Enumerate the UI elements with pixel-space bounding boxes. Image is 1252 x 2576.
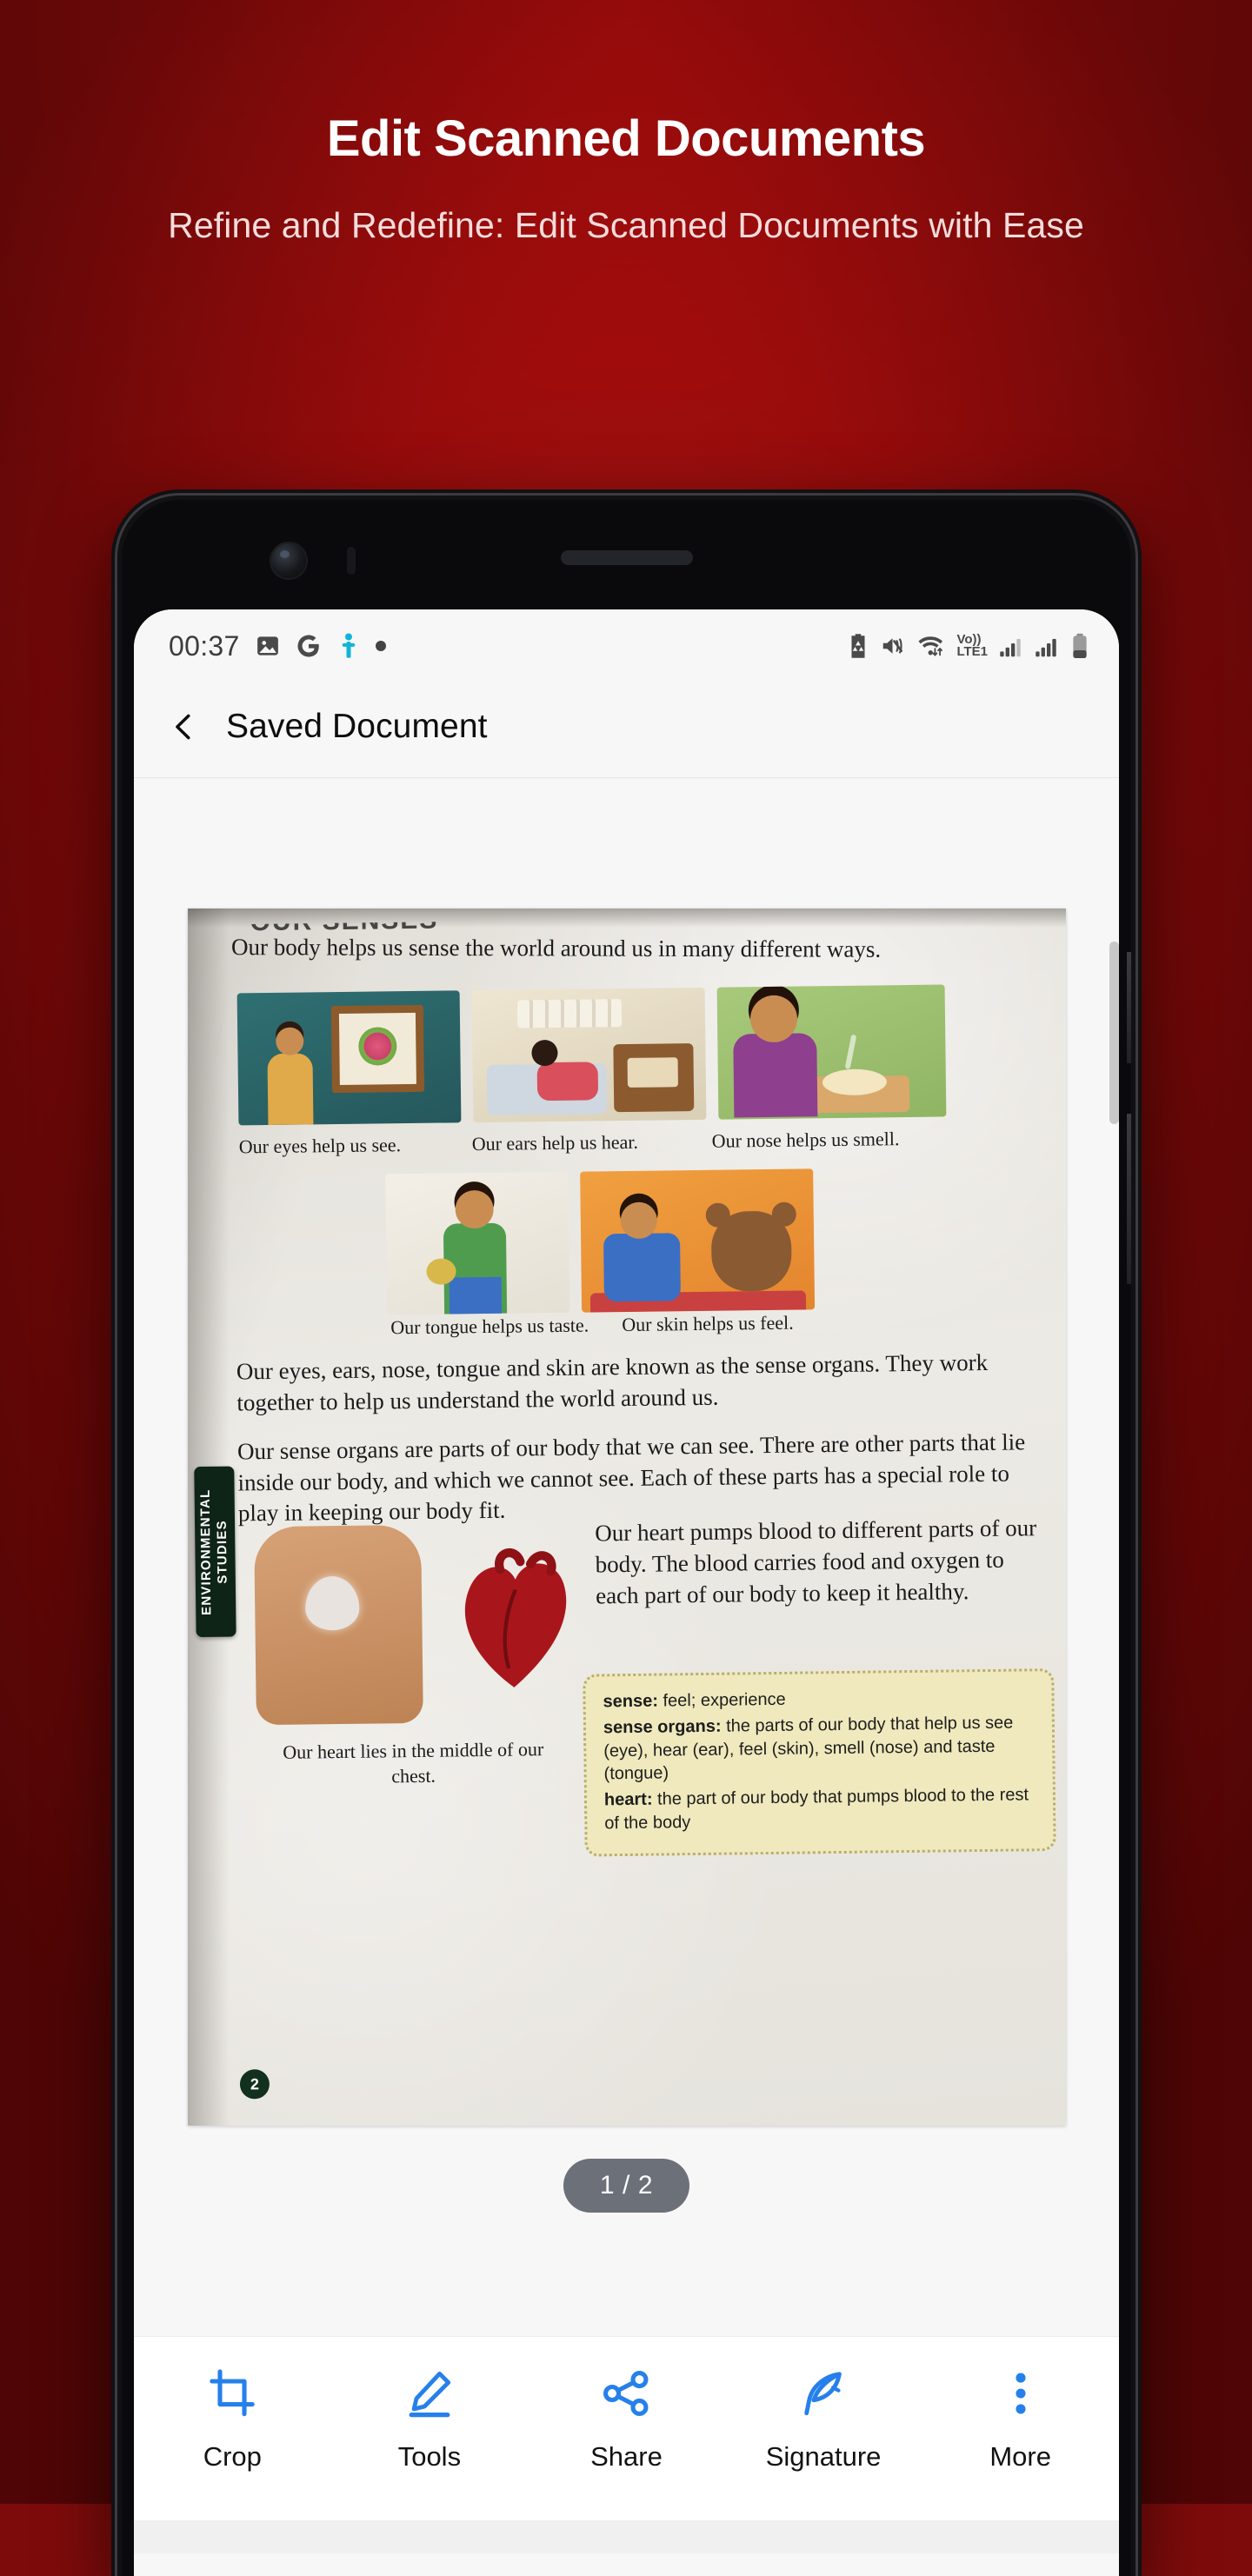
home-indicator-strip [134, 2520, 1119, 2553]
phone-mockup: 00:37 Vo)) LTE1 Saved Document OUR SENSE… [111, 489, 1142, 2576]
promo-headline: Edit Scanned Documents [326, 110, 926, 167]
steam-art [844, 1034, 856, 1070]
toolbar-label-more: More [989, 2441, 1051, 2472]
glossary-definition: the part of our body that pumps blood to… [603, 1785, 1029, 1834]
status-bar-clock: 00:37 [169, 629, 240, 662]
document-page-number: 2 [239, 2069, 270, 2100]
pencil-icon [409, 2371, 451, 2418]
page-title: Saved Document [226, 707, 488, 745]
document-viewer[interactable]: OUR SENSES Our body helps us sense the w… [134, 778, 1119, 2336]
power-button[interactable] [1127, 1114, 1131, 1284]
scanned-document-content: OUR SENSES Our body helps us sense the w… [188, 909, 1066, 2126]
toolbar-item-more[interactable]: More [934, 2368, 1108, 2473]
document-paragraph-1: Our eyes, ears, nose, tongue and skin ar… [236, 1348, 988, 1416]
toolbar-item-signature[interactable]: Signature [736, 2368, 910, 2473]
person-icon [336, 633, 361, 659]
boy-looking-art [266, 1053, 313, 1126]
toolbar-label-share: Share [590, 2441, 663, 2472]
bottom-toolbar: Crop Tools Share Signature More [134, 2336, 1119, 2520]
toolbar-label-tools: Tools [397, 2441, 462, 2472]
heart-diagram-art [464, 1548, 566, 1687]
phone-top-bezel [122, 500, 1131, 609]
illustration-tongue [384, 1171, 569, 1315]
volte-icon-bottom: LTE1 [956, 644, 988, 659]
back-button[interactable] [169, 711, 200, 742]
phone-screen: 00:37 Vo)) LTE1 Saved Document OUR SENSE… [134, 609, 1119, 2576]
glossary-term: heart: [603, 1789, 653, 1810]
human-torso-art [253, 1524, 423, 1726]
earpiece-speaker [560, 550, 693, 565]
lemon-art [425, 1258, 456, 1285]
flower-art [357, 1026, 397, 1066]
subject-side-tab: ENVIRONMENTAL STUDIES [193, 1466, 236, 1638]
illustration-skin [579, 1168, 815, 1313]
glossary-entry: heart: the part of our body that pumps b… [603, 1783, 1036, 1835]
caption-skin: Our skin helps us feel. [621, 1311, 794, 1336]
toolbar-item-crop[interactable]: Crop [145, 2368, 319, 2473]
toolbar-label-signature: Signature [765, 2441, 882, 2472]
illustration-row-1 [236, 983, 1052, 1126]
scanned-page-preview[interactable]: OUR SENSES Our body helps us sense the w… [187, 909, 1066, 2126]
app-bar: Saved Document [134, 676, 1119, 778]
image-icon [255, 633, 281, 659]
glossary-term: sense: [602, 1691, 658, 1712]
caption-nose: Our nose helps us smell. [711, 1128, 900, 1152]
chevron-left-icon [176, 714, 190, 739]
front-camera [271, 543, 306, 578]
share-icon [603, 2371, 649, 2416]
promo-subheadline: Refine and Redefine: Edit Scanned Docume… [168, 204, 1084, 245]
caption-tongue: Our tongue helps us taste. [390, 1314, 589, 1339]
illustration-eyes [236, 990, 461, 1126]
dot-icon [375, 641, 386, 651]
battery-saver-icon [848, 633, 869, 659]
radio-art [612, 1043, 694, 1113]
toolbar-item-tools[interactable]: Tools [343, 2368, 516, 2473]
document-paragraph-3: Our heart pumps blood to different parts… [594, 1514, 1036, 1609]
glossary-entry: sense organs: the parts of our body that… [603, 1711, 1035, 1786]
volte-icon: Vo)) LTE1 [956, 633, 988, 659]
crop-icon [210, 2369, 256, 2417]
caption-row-1: Our eyes help us see. Our ears help us h… [238, 1126, 1049, 1158]
glossary-definition: feel; experience [657, 1689, 786, 1711]
wifi-data-icon [917, 633, 945, 659]
glossary-box: sense: feel; experience sense organs: th… [582, 1668, 1056, 1857]
status-bar-right: Vo)) LTE1 [848, 633, 1089, 659]
torso-heart-highlight [304, 1575, 360, 1631]
promo-text-block: Edit Scanned Documents Refine and Redefi… [0, 111, 1252, 249]
feather-icon [804, 2372, 842, 2416]
signal-sim2-icon [1035, 634, 1059, 658]
music-notes-art [516, 999, 622, 1028]
illustration-nose [716, 984, 946, 1120]
glossary-term: sense organs: [603, 1716, 722, 1738]
glossary-entry: sense: feel; experience [603, 1685, 1034, 1714]
teddy-bear-art [710, 1210, 792, 1292]
caption-heart: Our heart lies in the middle of our ches… [282, 1738, 543, 1787]
subject-side-tab-label: ENVIRONMENTAL STUDIES [197, 1488, 230, 1615]
more-vertical-icon [1016, 2373, 1026, 2414]
caption-ears: Our ears help us hear. [471, 1130, 638, 1155]
woman-smelling-art [732, 1033, 817, 1118]
boy-hugging-art [603, 1233, 681, 1302]
document-intro-text: Our body helps us sense the world around… [230, 934, 881, 962]
girl-listening-art [536, 1062, 598, 1102]
google-g-icon [296, 633, 322, 659]
phone-body: 00:37 Vo)) LTE1 Saved Document OUR SENSE… [122, 500, 1131, 2576]
caption-row-2: Our tongue helps us taste. Our skin help… [390, 1312, 794, 1340]
battery-icon [1070, 633, 1089, 659]
picture-frame-art [330, 1004, 424, 1094]
page-indicator: 1 / 2 [563, 2159, 690, 2213]
proximity-sensor [347, 547, 356, 575]
illustration-row-2 [384, 1168, 815, 1315]
mute-vibrate-icon [880, 633, 906, 659]
android-status-bar: 00:37 Vo)) LTE1 [134, 609, 1119, 676]
toolbar-item-share[interactable]: Share [539, 2368, 713, 2473]
status-bar-left: 00:37 [169, 630, 386, 662]
toolbar-label-crop: Crop [203, 2441, 262, 2472]
caption-eyes: Our eyes help us see. [238, 1134, 401, 1158]
signal-sim1-icon [999, 634, 1023, 658]
illustration-ears [471, 987, 706, 1123]
volume-button[interactable] [1127, 952, 1131, 1063]
vertical-scrollbar[interactable] [1109, 942, 1119, 1124]
